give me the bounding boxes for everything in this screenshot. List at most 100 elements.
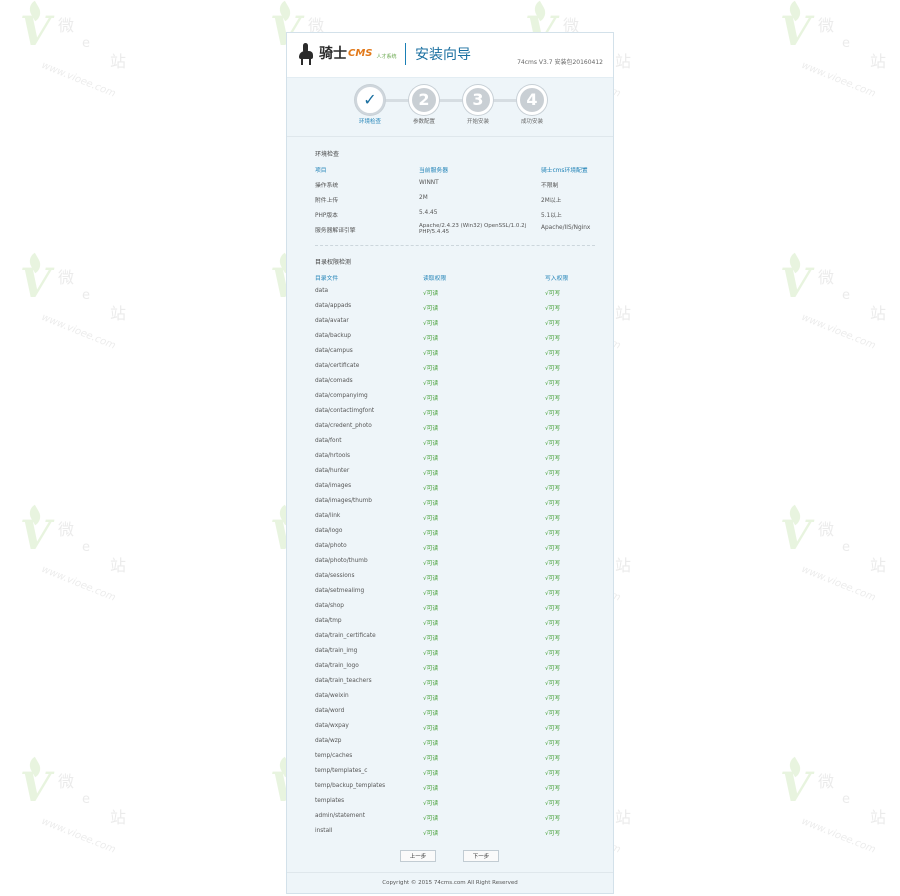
watermark-leaf-icon [786,504,804,526]
dir-write-status: √可写 [545,591,561,597]
dir-read-status: √可读 [423,351,439,357]
dir-path: data/avatar [315,318,349,324]
watermark-text: 微 [58,268,75,287]
watermark-leaf-icon [786,0,804,22]
dir-write-status: √可写 [545,441,561,447]
dir-path: data/tmp [315,618,342,624]
dir-path: data/images/thumb [315,498,372,504]
dir-row: data/certificate √可读 √可写 [287,363,613,378]
dir-row: data/images √可读 √可写 [287,483,613,498]
dir-read-status: √可读 [423,366,439,372]
dir-read-status: √可读 [423,696,439,702]
watermark-text: 站 [110,556,127,575]
watermark-text: e [842,288,850,303]
env-item: 操作系统 [315,183,339,189]
env-row: 操作系统 WINNT 不限制 [287,180,613,195]
dir-path: data/word [315,708,345,714]
dir-row: data/train_logo √可读 √可写 [287,663,613,678]
watermark-tile: V微e 站www.vioee.com [20,252,140,360]
dir-row: data/avatar √可读 √可写 [287,318,613,333]
logo: 骑士 CMS 人才系统 [297,41,397,65]
dir-write-status: √可写 [545,501,561,507]
dir-read-status: √可读 [423,576,439,582]
dir-path: data/hrtools [315,453,351,459]
env-required: 5.1以上 [541,213,562,219]
watermark-text: 站 [870,304,887,323]
dir-write-status: √可写 [545,426,561,432]
dir-row: data/sessions √可读 √可写 [287,573,613,588]
watermark-url: www.vioee.com [799,564,878,604]
dir-read-status: √可读 [423,651,439,657]
prev-button[interactable]: 上一步 [400,850,436,862]
step-4-circle: 4 [517,85,547,115]
header-divider [405,43,406,65]
dir-path: data/contactimgfont [315,408,375,414]
watermark-leaf-icon [531,0,549,22]
dir-row: data/setmealimg √可读 √可写 [287,588,613,603]
dir-read-status: √可读 [423,561,439,567]
watermark-leaf-icon [786,756,804,778]
dir-read-status: √可读 [423,666,439,672]
dir-row: install √可读 √可写 [287,828,613,843]
env-item: PHP版本 [315,213,338,219]
dir-row: data/train_certificate √可读 √可写 [287,633,613,648]
next-button[interactable]: 下一步 [463,850,499,862]
watermark-leaf-icon [786,252,804,274]
dir-write-status: √可写 [545,801,561,807]
dir-write-status: √可写 [545,666,561,672]
dir-row: templates √可读 √可写 [287,798,613,813]
dirs-section-title: 目录权限检测 [315,259,352,266]
watermark-text: 站 [615,808,632,827]
watermark-tile: V微e 站www.vioee.com [20,756,140,864]
dir-row: temp/templates_c √可读 √可写 [287,768,613,783]
dir-row: data/photo √可读 √可写 [287,543,613,558]
dirs-col-path: 目录文件 [315,276,339,282]
dir-write-status: √可写 [545,291,561,297]
watermark-text: 站 [615,556,632,575]
dir-row: data/appads √可读 √可写 [287,303,613,318]
dir-read-status: √可读 [423,396,439,402]
watermark-text: e [842,792,850,807]
dir-row: data/wzp √可读 √可写 [287,738,613,753]
env-item: 服务器解译引擎 [315,228,356,234]
dir-read-status: √可读 [423,411,439,417]
env-current: 5.4.45 [419,210,438,216]
watermark-text: e [842,540,850,555]
header: 骑士 CMS 人才系统 安装向导 74cms V3.7 安装包20160412 [287,33,613,78]
env-row: 附件上传 2M 2M以上 [287,195,613,210]
dir-path: temp/caches [315,753,353,759]
dir-read-status: √可读 [423,321,439,327]
dir-row: data/word √可读 √可写 [287,708,613,723]
dir-row: data/link √可读 √可写 [287,513,613,528]
dir-write-status: √可写 [545,381,561,387]
dir-path: data/comads [315,378,353,384]
brand-cms: CMS [348,47,373,59]
dir-write-status: √可写 [545,516,561,522]
step-2-circle: 2 [409,85,439,115]
watermark-text: 站 [110,52,127,71]
watermark-leaf-icon [26,0,44,22]
dir-row: data/font √可读 √可写 [287,438,613,453]
dir-path: data/hunter [315,468,350,474]
dir-write-status: √可写 [545,561,561,567]
watermark-url: www.vioee.com [39,816,118,856]
dir-write-status: √可写 [545,696,561,702]
step-indicator: ✓ 2 3 4 [287,78,613,138]
dir-path: data/font [315,438,342,444]
footer-separator [287,872,613,873]
step-2-label: 参数配置 [412,119,435,125]
dir-read-status: √可读 [423,381,439,387]
watermark-text: e [82,36,90,51]
dir-read-status: √可读 [423,636,439,642]
dir-write-status: √可写 [545,486,561,492]
watermark-text: 微 [58,520,75,539]
dir-path: data/weixin [315,693,349,699]
dir-read-status: √可读 [423,471,439,477]
dir-row: temp/backup_templates √可读 √可写 [287,783,613,798]
dir-read-status: √可读 [423,741,439,747]
dir-write-status: √可写 [545,621,561,627]
dir-read-status: √可读 [423,621,439,627]
dir-write-status: √可写 [545,456,561,462]
step-3-label: 开始安装 [466,119,489,125]
dir-read-status: √可读 [423,606,439,612]
